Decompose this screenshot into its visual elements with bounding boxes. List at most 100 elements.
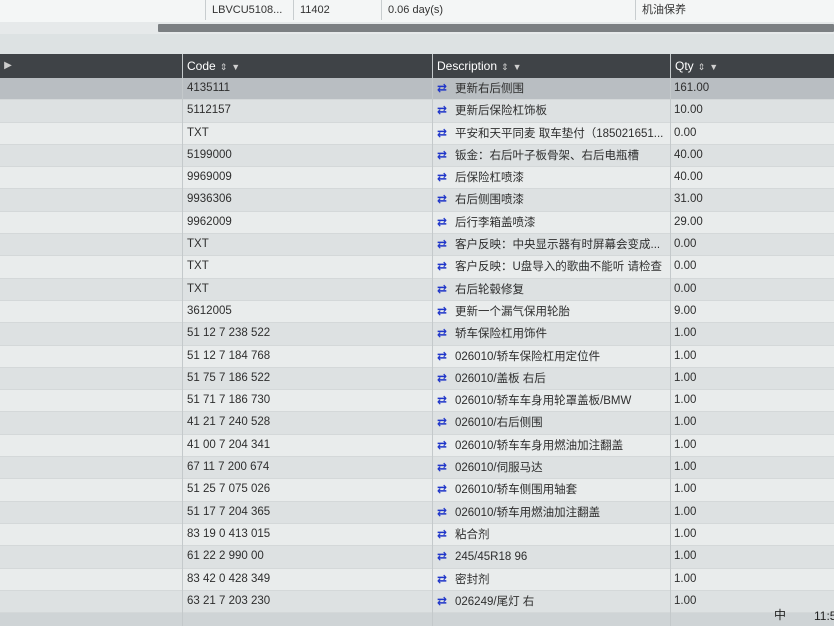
description-text: 密封剂 [455,573,490,586]
swap-arrows-icon[interactable]: ⇄ [437,167,453,188]
code-cell: 61 22 2 990 00 [187,550,264,563]
table-row[interactable]: 51 71 7 186 730 ⇄ 026010/轿车车身用轮罩盖板/BMW 1.00 [0,390,834,413]
description-cell: ⇄ 轿车保险杠用饰件 [437,323,669,344]
clock[interactable]: 11:5 [814,609,834,623]
table-row[interactable]: 51 25 7 075 026 ⇄ 026010/轿车侧围用轴套 1.00 [0,479,834,502]
system-tray: 中 11:5 [714,604,834,626]
code-cell: 83 42 0 428 349 [187,572,271,585]
code-cell: TXT [187,282,209,295]
filter-icon[interactable]: ▼ [231,62,240,72]
swap-arrows-icon[interactable]: ⇄ [437,368,453,389]
table-row[interactable]: 61 22 2 990 00 ⇄ 245/45R18 96 1.00 [0,546,834,569]
swap-arrows-icon[interactable]: ⇄ [437,435,453,456]
table-row[interactable]: 51 12 7 184 768 ⇄ 026010/轿车保险杠用定位件 1.00 [0,345,834,368]
description-cell: ⇄ 026010/轿车保险杠用定位件 [437,346,669,367]
table-row[interactable]: 51 12 7 238 522 ⇄ 轿车保险杠用饰件 1.00 [0,323,834,346]
swap-arrows-icon[interactable]: ⇄ [437,256,453,277]
table-row[interactable]: 41 00 7 204 341 ⇄ 026010/轿车车身用燃油加注翻盖 1.00 [0,434,834,458]
code-cell: 83 19 0 413 015 [187,527,271,540]
code-cell: 4135111 [187,82,231,94]
collapse-arrow-icon[interactable]: ▶ [0,54,16,78]
table-row[interactable]: 5199000 ⇄ 钣金：右后叶子板骨架、右后电瓶槽 40.00 [0,144,834,168]
description-cell: ⇄ 粘合剂 [437,524,669,545]
description-text: 后行李箱盖喷漆 [455,216,536,229]
code-cell: 51 71 7 186 730 [187,394,271,407]
code-cell: 51 12 7 238 522 [187,327,271,340]
swap-arrows-icon[interactable]: ⇄ [437,569,453,590]
table-row[interactable]: 67 11 7 200 674 ⇄ 026010/伺服马达 1.00 [0,457,834,480]
service-cell: 机油保养 [635,0,832,20]
qty-cell: 1.00 [674,461,697,474]
code-cell: 67 11 7 200 674 [187,461,270,474]
description-text: 026010/伺服马达 [455,462,543,475]
swap-arrows-icon[interactable]: ⇄ [437,502,453,523]
description-cell: ⇄ 026010/轿车车身用燃油加注翻盖 [437,435,669,456]
scrollbar-thumb[interactable] [158,24,834,32]
sort-icon[interactable]: ⇕ [501,62,509,72]
horizontal-scrollbar[interactable] [0,22,834,34]
table-row[interactable]: TXT ⇄ 客户反映：U盘导入的歌曲不能听 请检查 0.00 [0,256,834,279]
swap-arrows-icon[interactable]: ⇄ [437,234,453,255]
swap-arrows-icon[interactable]: ⇄ [437,546,453,567]
swap-arrows-icon[interactable]: ⇄ [437,212,453,233]
qty-cell: 0.00 [674,282,697,295]
swap-arrows-icon[interactable]: ⇄ [437,78,453,99]
vin-cell: LBVCU5108... [205,0,296,20]
swap-arrows-icon[interactable]: ⇄ [437,145,453,166]
sort-icon[interactable]: ⇕ [220,62,228,72]
table-row[interactable]: 51 17 7 204 365 ⇄ 026010/轿车用燃油加注翻盖 1.00 [0,501,834,524]
swap-arrows-icon[interactable]: ⇄ [437,346,453,367]
table-row[interactable]: 4135111 ⇄ 更新右后侧围 161.00 [0,78,834,101]
swap-arrows-icon[interactable]: ⇄ [437,323,453,344]
table-row[interactable]: 51 75 7 186 522 ⇄ 026010/盖板 右后 1.00 [0,367,834,391]
filter-icon[interactable]: ▼ [709,62,718,72]
swap-arrows-icon[interactable]: ⇄ [437,100,453,121]
table-row[interactable]: TXT ⇄ 平安和天平同麦 取车垫付（185021651... 0.00 [0,122,834,145]
table-row[interactable]: 83 42 0 428 349 ⇄ 密封剂 1.00 [0,568,834,591]
table-row[interactable]: 63 21 7 203 230 ⇄ 026249/尾灯 右 1.00 [0,590,834,614]
description-text: 026010/轿车用燃油加注翻盖 [455,506,601,519]
swap-arrows-icon[interactable]: ⇄ [437,189,453,210]
column-header-description[interactable]: Description ⇕ ▼ [432,54,670,78]
swap-arrows-icon[interactable]: ⇄ [437,524,453,545]
swap-arrows-icon[interactable]: ⇄ [437,390,453,411]
swap-arrows-icon[interactable]: ⇄ [437,301,453,322]
description-cell: ⇄ 后保险杠喷漆 [437,167,669,188]
swap-arrows-icon[interactable]: ⇄ [437,479,453,500]
table-row[interactable]: TXT ⇄ 客户反映：中央显示器有时屏幕会变成... 0.00 [0,234,834,257]
code-cell: 9969009 [187,171,232,184]
swap-arrows-icon[interactable]: ⇄ [437,279,453,300]
description-text: 更新右后侧围 [455,83,524,95]
sort-icon[interactable]: ⇕ [698,62,706,72]
filter-icon[interactable]: ▼ [513,62,522,72]
description-text: 026010/轿车车身用燃油加注翻盖 [455,439,624,452]
column-divider [670,54,671,626]
previous-grid-row[interactable]: LBVCU5108... 11402 0.06 day(s) 机油保养 [0,0,834,23]
ime-indicator[interactable]: 中 [774,606,786,623]
column-header-code[interactable]: Code ⇕ ▼ [182,54,432,78]
table-row[interactable]: 41 21 7 240 528 ⇄ 026010/右后侧围 1.00 [0,412,834,435]
swap-arrows-icon[interactable]: ⇄ [437,457,453,478]
table-row[interactable]: 9962009 ⇄ 后行李箱盖喷漆 29.00 [0,211,834,235]
column-divider [432,54,433,626]
table-row[interactable]: TXT ⇄ 右后轮毂修复 0.00 [0,278,834,301]
description-cell: ⇄ 更新后保险杠饰板 [437,100,669,121]
swap-arrows-icon[interactable]: ⇄ [437,412,453,433]
swap-arrows-icon[interactable]: ⇄ [437,591,453,612]
code-cell: 51 75 7 186 522 [187,371,271,384]
description-text: 客户反映：中央显示器有时屏幕会变成... [455,239,661,252]
table-row[interactable]: 5112157 ⇄ 更新后保险杠饰板 10.00 [0,100,834,123]
table-row[interactable]: 3612005 ⇄ 更新一个漏气保用轮胎 9.00 [0,300,834,324]
description-cell: ⇄ 钣金：右后叶子板骨架、右后电瓶槽 [437,145,669,166]
qty-cell: 1.00 [674,505,697,518]
column-header-qty[interactable]: Qty ⇕ ▼ [670,54,834,78]
code-cell: 41 21 7 240 528 [187,416,271,429]
table-row[interactable]: 9969009 ⇄ 后保险杠喷漆 40.00 [0,167,834,190]
code-cell: 41 00 7 204 341 [187,438,271,451]
description-text: 右后轮毂修复 [455,283,524,296]
description-text: 026010/轿车车身用轮罩盖板/BMW [455,395,632,408]
table-row[interactable]: 9936306 ⇄ 右后侧围喷漆 31.00 [0,189,834,212]
description-text: 粘合剂 [455,528,490,541]
swap-arrows-icon[interactable]: ⇄ [437,123,453,144]
table-row[interactable]: 83 19 0 413 015 ⇄ 粘合剂 1.00 [0,523,834,547]
